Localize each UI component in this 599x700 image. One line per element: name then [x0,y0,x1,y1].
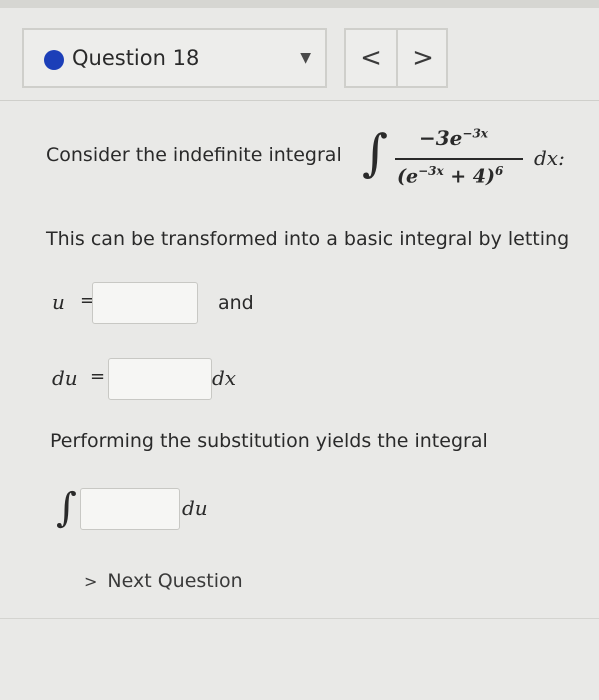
substitution-instructions: Performing the substitution yields the i… [50,430,488,452]
question-label: Question 18 [72,46,200,70]
status-dot-icon [44,50,64,70]
chevron-right-icon: > [84,572,98,591]
fraction-bar [395,158,523,160]
u-answer-input[interactable] [92,282,198,324]
integral-sign: ∫ [362,124,389,182]
dx-label: dx [212,366,237,390]
previous-question-button[interactable]: < [346,30,398,86]
du-variable-label: du [52,366,78,390]
top-strip [0,0,599,8]
result-integral-sign: ∫ [56,485,77,531]
integrand-denominator: (e−3x + 4)6 [397,164,504,188]
transform-instructions: This can be transformed into a basic int… [46,228,570,250]
next-question-link[interactable]: > Next Question [84,570,243,592]
du-suffix-label: du [182,496,208,520]
question-pager: < > [344,28,448,88]
question-nav: Question 18 ▼ < > [0,8,599,101]
chevron-down-icon: ▼ [300,50,311,66]
divider [0,618,599,619]
integrand-numerator: −3e−3x [419,126,488,150]
question-select[interactable]: Question 18 ▼ [22,28,327,88]
integrand-answer-input[interactable] [80,488,180,530]
problem-intro: Consider the indefinite integral [46,144,342,166]
integral-differential: dx: [534,146,565,170]
integrand-fraction: −3e−3x (e−3x + 4)6 [395,118,525,198]
du-equals: = [90,366,106,387]
u-variable-label: u [52,290,65,314]
du-answer-input[interactable] [108,358,212,400]
next-question-arrow-button[interactable]: > [398,30,448,86]
and-text: and [218,292,254,314]
next-question-label: Next Question [107,570,243,592]
